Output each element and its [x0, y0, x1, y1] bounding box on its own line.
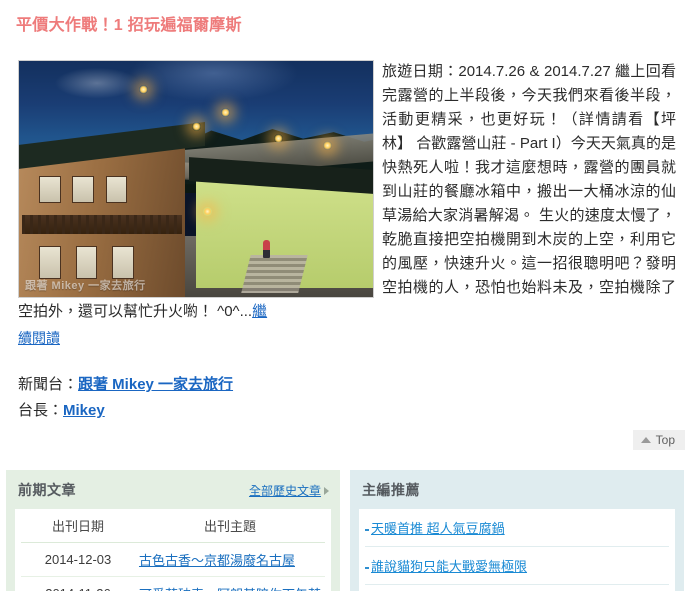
- back-to-top-button[interactable]: Top: [632, 430, 685, 450]
- article-link[interactable]: 古色古香～京都湯廢名古屋: [139, 553, 295, 568]
- meta-channel-link[interactable]: 跟著 Mikey 一家去旅行: [78, 376, 233, 393]
- photo-person: [263, 240, 271, 259]
- previous-articles-table: 出刊日期 出刊主題 2014-12-03 古色古香～京都湯廢名古屋 2014: [21, 509, 325, 591]
- meta-owner-label: 台長：: [18, 402, 64, 419]
- meta-channel-row: 新聞台：跟著 Mikey 一家去旅行: [18, 372, 233, 398]
- previous-articles-body: 出刊日期 出刊主題 2014-12-03 古色古香～京都湯廢名古屋 2014: [15, 509, 331, 591]
- photo-lamp: [273, 134, 283, 144]
- table-header-row: 出刊日期 出刊主題: [21, 509, 325, 543]
- meta-owner-row: 台長：Mikey: [18, 398, 233, 424]
- article-photo: 跟著 Mikey 一家去旅行: [18, 60, 374, 298]
- all-history-articles-label: 全部歷史文章: [248, 484, 321, 498]
- editor-picks-title: 主編推薦: [362, 482, 420, 498]
- page-title: 平價大作戰！1 招玩遍福爾摩斯: [16, 17, 242, 34]
- meta-owner-link[interactable]: Mikey: [63, 402, 105, 419]
- table-row: 2014-12-03 古色古香～京都湯廢名古屋: [21, 542, 325, 577]
- all-history-articles-link[interactable]: 全部歷史文章: [249, 482, 329, 499]
- triangle-up-icon: [640, 437, 651, 443]
- cell-topic: 可愛萌破表～阿朗基陪你下午茶: [134, 576, 325, 591]
- photo-window: [72, 176, 94, 204]
- read-more-wrap: 續閱讀: [18, 328, 60, 348]
- table-row: 2014-11-26 可愛萌破表～阿朗基陪你下午茶: [21, 576, 325, 591]
- read-more-link[interactable]: 續閱讀: [18, 330, 60, 346]
- editor-picks-panel: 主編推薦 天暖首推 超人氣豆腐鍋 誰說貓狗只能大戰愛無極限 好道說人間真感情: [350, 470, 684, 591]
- column-header-topic: 出刊主題: [134, 509, 325, 543]
- bottom-panels: 前期文章 全部歷史文章 出刊日期 出刊主題 2014-12-03 古色古香～京都…: [6, 470, 685, 591]
- list-item: 天暖首推 超人氣豆腐鍋: [365, 509, 669, 547]
- previous-articles-header: 前期文章 全部歷史文章: [15, 478, 331, 509]
- cell-topic: 古色古香～京都湯廢名古屋: [134, 542, 325, 577]
- pick-link[interactable]: 天暖首推 超人氣豆腐鍋: [371, 521, 505, 536]
- list-item: 好道說人間真感情: [365, 585, 669, 591]
- triangle-right-icon: [324, 486, 329, 495]
- meta-channel-label: 新聞台：: [18, 376, 79, 393]
- photo-steps: [240, 254, 307, 293]
- read-more-inline-link[interactable]: 繼: [252, 303, 267, 320]
- newsletter-page: 平價大作戰！1 招玩遍福爾摩斯 跟著 Mikey 一家去旅行 旅遊日期：2014…: [0, 0, 691, 591]
- previous-articles-panel: 前期文章 全部歷史文章 出刊日期 出刊主題 2014-12-03 古色古香～京都…: [6, 470, 340, 591]
- editor-picks-body: 天暖首推 超人氣豆腐鍋 誰說貓狗只能大戰愛無極限 好道說人間真感情: [359, 509, 675, 591]
- photo-watermark: 跟著 Mikey 一家去旅行: [25, 280, 146, 292]
- bullet-dash-icon: [365, 566, 369, 569]
- photo-lamp: [139, 84, 149, 94]
- article-link[interactable]: 可愛萌破表～阿朗基陪你下午茶: [139, 587, 321, 591]
- pick-link[interactable]: 誰說貓狗只能大戰愛無極限: [371, 559, 527, 574]
- photo-window: [112, 245, 134, 279]
- bullet-dash-icon: [365, 528, 369, 531]
- photo-railing: [22, 215, 183, 234]
- editor-picks-list: 天暖首推 超人氣豆腐鍋 誰說貓狗只能大戰愛無極限 好道說人間真感情: [365, 509, 669, 591]
- cell-date: 2014-12-03: [21, 542, 135, 577]
- list-item: 誰說貓狗只能大戰愛無極限: [365, 547, 669, 585]
- photo-window: [38, 176, 61, 204]
- column-header-date: 出刊日期: [21, 509, 135, 543]
- photo-window: [38, 245, 61, 279]
- photo-lamp: [220, 108, 230, 118]
- photo-window: [75, 245, 98, 279]
- back-to-top-label: Top: [655, 433, 675, 447]
- photo-lodge-left: [19, 121, 206, 297]
- photo-window: [105, 176, 128, 204]
- cell-date: 2014-11-26: [21, 576, 135, 591]
- article-body: 跟著 Mikey 一家去旅行 旅遊日期：2014.7.26 & 2014.7.2…: [18, 60, 676, 324]
- editor-picks-header: 主編推薦: [359, 478, 675, 509]
- previous-articles-title: 前期文章: [18, 482, 76, 498]
- article-meta: 新聞台：跟著 Mikey 一家去旅行 台長：Mikey: [18, 372, 233, 424]
